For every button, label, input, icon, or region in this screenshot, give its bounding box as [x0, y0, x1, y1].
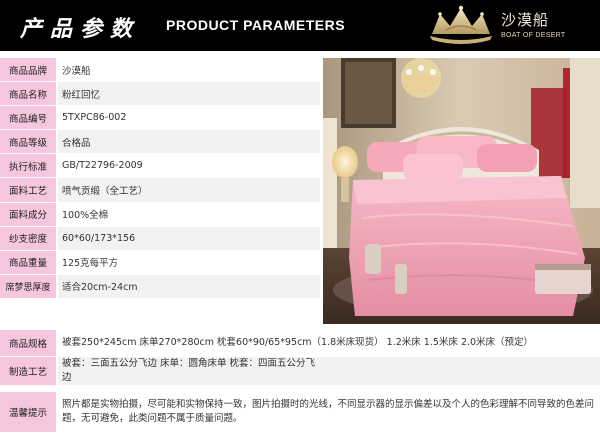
craft-row: 制造工艺 被套：三面五公分飞边 床单：圆角床单 枕套：四面五公分飞边 — [0, 357, 600, 385]
param-label: 商品编号 — [0, 106, 56, 130]
spec-value: 被套250*245cm 床单270*280cm 枕套60*90/65*95cm（… — [58, 330, 600, 356]
param-value: 125克每平方 — [58, 250, 320, 274]
param-label: 面料工艺 — [0, 178, 56, 202]
param-row: 面料成分 100%全棉 — [0, 202, 320, 227]
param-row: 席梦思厚度 适合20cm-24cm — [0, 274, 320, 299]
param-label: 席梦思厚度 — [0, 274, 56, 298]
param-label: 商品品牌 — [0, 58, 56, 82]
craft-value: 被套：三面五公分飞边 床单：圆角床单 枕套：四面五公分飞边 — [58, 357, 600, 385]
bedroom-photo-image — [323, 58, 600, 324]
param-value: 喷气贡缎（全工艺） — [58, 178, 320, 202]
craft-text: 被套：三面五公分飞边 床单：圆角床单 枕套：四面五公分飞边 — [62, 358, 316, 383]
param-value: 100%全棉 — [58, 202, 320, 226]
param-row: 商品重量 125克每平方 — [0, 250, 320, 275]
notice-value: 照片都是实物拍摄，尽可能和实物保持一致，图片拍摄时的光线，不同显示器的显示偏差以… — [58, 392, 600, 432]
param-value: 适合20cm-24cm — [58, 274, 320, 298]
notice-row: 温馨提示 照片都是实物拍摄，尽可能和实物保持一致，图片拍摄时的光线，不同显示器的… — [0, 392, 600, 432]
product-photo — [323, 58, 600, 324]
param-row: 商品编号 5TXPC86-002 — [0, 106, 320, 131]
brand-logo: 沙漠船 BOAT OF DESERT — [424, 4, 596, 48]
param-value: 5TXPC86-002 — [58, 106, 320, 130]
header-banner: 产品参数 PRODUCT PARAMETERS 沙漠船 BOAT OF DESE… — [0, 0, 600, 51]
params-table: 商品品牌 沙漠船 商品名称 粉红回忆 商品编号 5TXPC86-002 商品等级 合格品… — [0, 58, 320, 299]
param-value: GB/T22796-2009 — [58, 154, 320, 178]
param-value: 合格品 — [58, 130, 320, 154]
param-row: 商品等级 合格品 — [0, 130, 320, 155]
param-value: 粉红回忆 — [58, 82, 320, 106]
spec-row: 商品规格 被套250*245cm 床单270*280cm 枕套60*90/65*… — [0, 330, 600, 356]
spec-label: 商品规格 — [0, 330, 56, 356]
header-title-cn: 产品参数 — [20, 16, 141, 42]
param-label: 商品名称 — [0, 82, 56, 106]
notice-label: 温馨提示 — [0, 392, 56, 432]
param-label: 商品等级 — [0, 130, 56, 154]
crown-logo-icon — [430, 5, 492, 44]
param-row: 商品品牌 沙漠船 — [0, 58, 320, 83]
param-label: 执行标准 — [0, 154, 56, 178]
param-row: 执行标准 GB/T22796-2009 — [0, 154, 320, 179]
param-row: 面料工艺 喷气贡缎（全工艺） — [0, 178, 320, 203]
header-title-en: PRODUCT PARAMETERS — [166, 17, 346, 33]
brand-name-cn: 沙漠船 — [501, 11, 550, 29]
param-row: 纱支密度 60*60/173*156 — [0, 226, 320, 251]
param-label: 纱支密度 — [0, 226, 56, 250]
param-label: 商品重量 — [0, 250, 56, 274]
param-value: 沙漠船 — [58, 58, 320, 82]
craft-label: 制造工艺 — [0, 357, 56, 385]
brand-name-en: BOAT OF DESERT — [501, 32, 566, 39]
param-label: 面料成分 — [0, 202, 56, 226]
param-value: 60*60/173*156 — [58, 226, 320, 250]
param-row: 商品名称 粉红回忆 — [0, 82, 320, 107]
